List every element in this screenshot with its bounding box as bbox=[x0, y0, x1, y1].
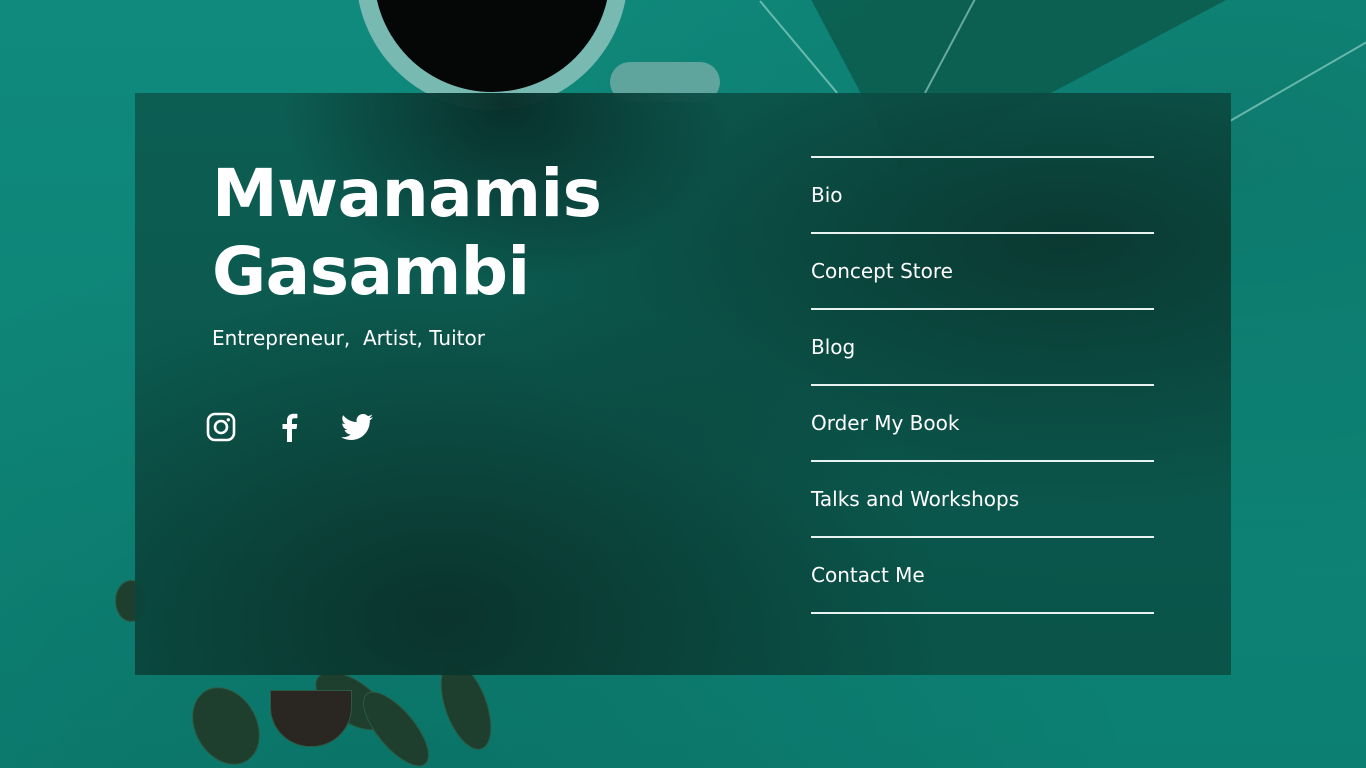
facebook-link[interactable] bbox=[273, 413, 305, 445]
facebook-icon bbox=[280, 412, 298, 447]
profile-tagline: Entrepreneur, Artist, Tuitor bbox=[212, 326, 485, 350]
glass-card: Mwanamis Gasambi Entrepreneur, Artist, T… bbox=[135, 93, 1231, 675]
instagram-icon bbox=[206, 412, 236, 447]
nav-item-bio[interactable]: Bio bbox=[811, 158, 1154, 234]
page-background: Mwanamis Gasambi Entrepreneur, Artist, T… bbox=[0, 0, 1366, 768]
profile-name: Mwanamis Gasambi bbox=[212, 155, 602, 310]
plant-pot bbox=[270, 690, 352, 747]
twitter-icon bbox=[340, 413, 373, 445]
nav-item-blog[interactable]: Blog bbox=[811, 310, 1154, 386]
nav-item-concept-store[interactable]: Concept Store bbox=[811, 234, 1154, 310]
plant-leaf bbox=[178, 674, 274, 768]
instagram-link[interactable] bbox=[205, 412, 237, 447]
social-links bbox=[205, 412, 373, 447]
main-navigation: Bio Concept Store Blog Order My Book Tal… bbox=[811, 156, 1154, 614]
nav-item-order-my-book[interactable]: Order My Book bbox=[811, 386, 1154, 462]
nav-item-talks-and-workshops[interactable]: Talks and Workshops bbox=[811, 462, 1154, 538]
nav-item-contact-me[interactable]: Contact Me bbox=[811, 538, 1154, 614]
twitter-link[interactable] bbox=[340, 413, 373, 445]
